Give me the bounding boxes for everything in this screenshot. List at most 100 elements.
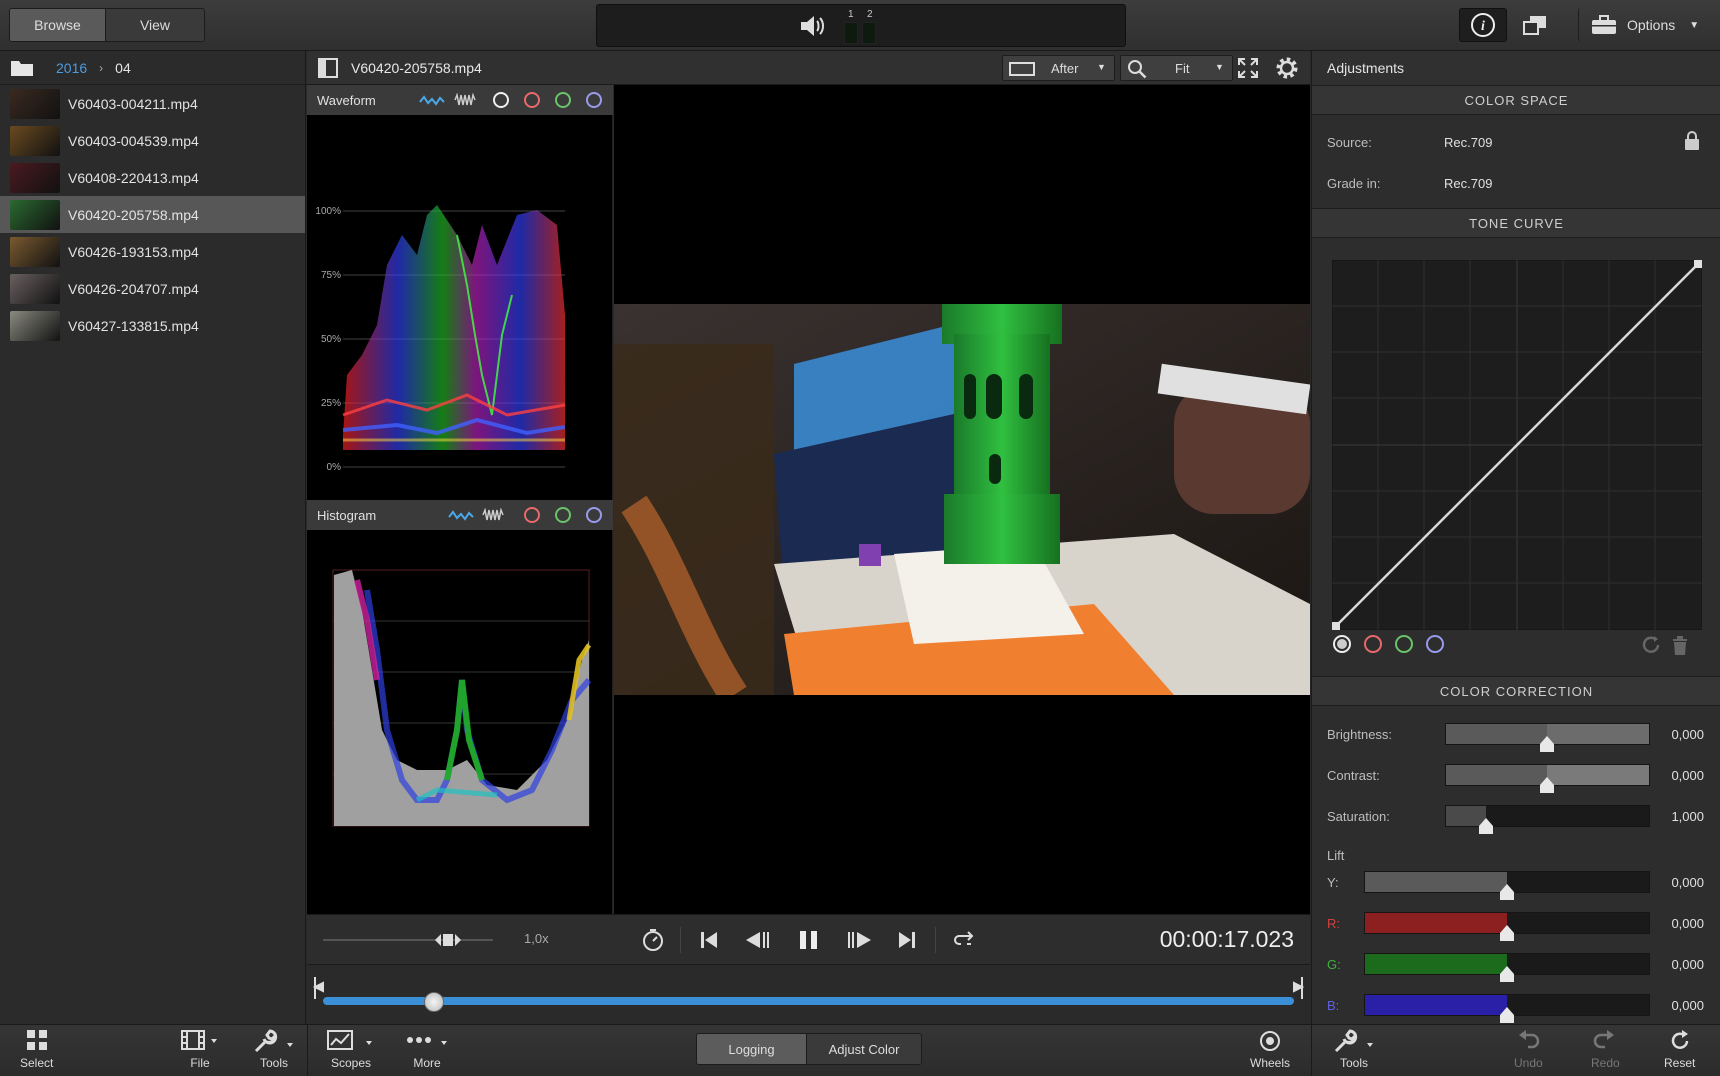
brightness-slider-handle[interactable] (1538, 735, 1556, 753)
viewer-filename: V60420-205758.mp4 (351, 60, 482, 76)
lift-y-slider-handle[interactable] (1498, 883, 1516, 901)
wheels-button[interactable]: Wheels (1250, 1029, 1290, 1070)
green-curve-icon[interactable] (1394, 634, 1414, 654)
redo-button[interactable]: Redo (1591, 1029, 1620, 1070)
luma-channel-icon[interactable] (492, 91, 510, 109)
compare-dropdown[interactable]: After ▼ (1002, 55, 1115, 81)
video-viewer[interactable] (614, 85, 1310, 914)
select-button[interactable]: Select (20, 1029, 53, 1070)
file-button[interactable]: File (180, 1029, 220, 1070)
reset-curve-icon[interactable] (1641, 635, 1663, 655)
tools-button[interactable]: Tools (252, 1029, 296, 1070)
speed-slider-track[interactable] (323, 939, 493, 941)
in-point-icon[interactable] (313, 977, 325, 999)
info-button[interactable]: i (1459, 8, 1507, 42)
bottom-toolbar: Select File Tools Scopes More Logging Ad… (0, 1024, 1720, 1076)
curve-point[interactable] (1332, 622, 1340, 630)
sidebar-toggle-icon[interactable] (318, 58, 338, 78)
view-button[interactable]: View (105, 9, 204, 41)
file-list-item[interactable]: V60408-220413.mp4 (0, 159, 305, 196)
tools-right-button[interactable]: Tools (1332, 1029, 1376, 1070)
lift-b-value[interactable]: 0,000 (1671, 998, 1704, 1013)
brightness-label: Brightness: (1327, 727, 1393, 742)
saturation-value[interactable]: 1,000 (1671, 809, 1704, 824)
more-button[interactable]: More (405, 1029, 449, 1070)
parade-icon[interactable] (448, 509, 474, 521)
skip-end-icon[interactable] (897, 930, 917, 950)
blue-channel-icon[interactable] (585, 506, 603, 524)
saturation-slider-handle[interactable] (1477, 817, 1495, 835)
redo-label: Redo (1591, 1056, 1620, 1070)
shuttle-handle-icon[interactable] (433, 930, 463, 950)
waveform-icon[interactable] (454, 93, 478, 107)
contrast-label: Contrast: (1327, 768, 1380, 783)
file-list-item[interactable]: V60420-205758.mp4 (0, 196, 305, 233)
loop-icon[interactable] (953, 930, 975, 950)
timeline-track[interactable] (323, 997, 1294, 1005)
channel-2-meter (862, 22, 876, 44)
out-point-icon[interactable] (1292, 977, 1304, 999)
file-list-item[interactable]: V60403-004539.mp4 (0, 122, 305, 159)
histogram-title: Histogram (317, 507, 377, 523)
wrench-icon (254, 1029, 293, 1053)
options-button[interactable]: Options ▼ (1578, 8, 1708, 42)
saturation-label: Saturation: (1327, 809, 1390, 824)
step-back-icon[interactable] (744, 930, 772, 950)
file-list-item[interactable]: V60427-133815.mp4 (0, 307, 305, 344)
lift-r-slider-handle[interactable] (1498, 924, 1516, 942)
undo-button[interactable]: Undo (1514, 1029, 1543, 1070)
reset-button[interactable]: Reset (1664, 1029, 1695, 1070)
file-list-item[interactable]: V60426-204707.mp4 (0, 270, 305, 307)
grade-in-value[interactable]: Rec.709 (1444, 176, 1492, 191)
playhead[interactable] (423, 992, 444, 1012)
lock-icon[interactable] (1683, 131, 1701, 151)
speaker-icon[interactable] (799, 14, 827, 38)
red-channel-icon[interactable] (523, 91, 541, 109)
file-name: V60420-205758.mp4 (68, 206, 199, 223)
tone-curve-graph[interactable] (1332, 260, 1702, 630)
blue-curve-icon[interactable] (1425, 634, 1445, 654)
file-name: V60427-133815.mp4 (68, 317, 199, 334)
contrast-value[interactable]: 0,000 (1671, 768, 1704, 783)
lift-g-slider-handle[interactable] (1498, 965, 1516, 983)
pause-icon[interactable] (798, 929, 820, 951)
breadcrumb-month[interactable]: 04 (115, 60, 131, 76)
contrast-slider-handle[interactable] (1538, 776, 1556, 794)
skip-start-icon[interactable] (699, 930, 719, 950)
logging-tab[interactable]: Logging (697, 1034, 807, 1064)
transport-bar: 1,0x 00:00:17.023 (307, 914, 1310, 964)
file-list-item[interactable]: V60403-004211.mp4 (0, 85, 305, 122)
source-value[interactable]: Rec.709 (1444, 135, 1492, 150)
curve-point[interactable] (1694, 260, 1702, 268)
grade-in-label: Grade in: (1327, 176, 1381, 191)
adjust-color-tab[interactable]: Adjust Color (806, 1034, 921, 1064)
file-label: File (190, 1056, 210, 1070)
browse-button[interactable]: Browse (10, 9, 106, 41)
blue-channel-icon[interactable] (585, 91, 603, 109)
zoom-dropdown[interactable]: Fit ▼ (1120, 55, 1233, 81)
trash-icon[interactable] (1670, 634, 1690, 656)
timer-icon[interactable] (641, 928, 665, 952)
scopes-button[interactable]: Scopes (326, 1029, 376, 1070)
green-channel-icon[interactable] (554, 506, 572, 524)
waveform-icon[interactable] (482, 508, 506, 522)
parade-icon[interactable] (419, 94, 445, 106)
luma-curve-icon[interactable] (1332, 634, 1352, 654)
step-forward-icon[interactable] (845, 930, 873, 950)
lift-g-value[interactable]: 0,000 (1671, 957, 1704, 972)
windows-icon (1523, 16, 1546, 35)
red-channel-icon[interactable] (523, 506, 541, 524)
gear-icon[interactable] (1274, 55, 1300, 81)
red-curve-icon[interactable] (1363, 634, 1383, 654)
lift-r-value[interactable]: 0,000 (1671, 916, 1704, 931)
file-list-item[interactable]: V60426-193153.mp4 (0, 233, 305, 270)
brightness-value[interactable]: 0,000 (1671, 727, 1704, 742)
magnifier-icon (1128, 60, 1147, 79)
window-button[interactable] (1520, 8, 1550, 42)
lift-y-value[interactable]: 0,000 (1671, 875, 1704, 890)
breadcrumb-year[interactable]: 2016 (56, 60, 87, 76)
green-channel-icon[interactable] (554, 91, 572, 109)
saturation-slider[interactable] (1445, 805, 1650, 827)
lift-b-slider-handle[interactable] (1498, 1006, 1516, 1024)
fullscreen-icon[interactable] (1237, 57, 1259, 79)
